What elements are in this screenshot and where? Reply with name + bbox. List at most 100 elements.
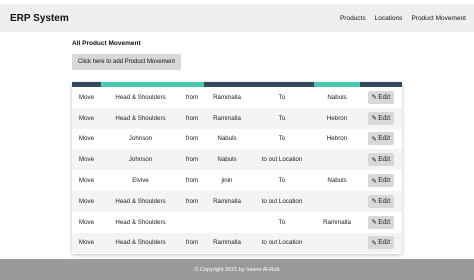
cell-to-location: Rammalla xyxy=(323,218,351,226)
edit-label: Edit xyxy=(377,218,391,226)
edit-label: Edit xyxy=(377,239,391,247)
cell-from-location: jinin xyxy=(221,177,233,185)
cell-to-label: to out Location xyxy=(261,156,303,164)
edit-button[interactable]: ✎ Edit xyxy=(368,153,394,167)
edit-button[interactable]: ✎ Edit xyxy=(368,90,394,104)
cell-from-label: from xyxy=(185,135,199,143)
edit-label: Edit xyxy=(377,93,391,101)
edit-icon: ✎ xyxy=(371,238,377,247)
header-strip-segment xyxy=(72,82,101,87)
movement-table: Move Head & Shoulders from Rammalla To Nabuls… xyxy=(72,82,402,254)
cell-edit: ✎ Edit xyxy=(360,236,402,250)
cell-action: Move xyxy=(78,239,95,247)
edit-label: Edit xyxy=(377,177,391,185)
header-strip-segment xyxy=(314,82,360,87)
cell-action: Move xyxy=(78,177,95,185)
table-row: Move Elvive from jinin To Nabuls ✎ Edit xyxy=(72,170,402,191)
page-title: All Product Movement xyxy=(72,40,141,47)
edit-icon: ✎ xyxy=(371,134,377,143)
table-row: Move Head & Shoulders from Rammalla to out L… xyxy=(72,232,402,254)
edit-label: Edit xyxy=(377,156,391,164)
edit-icon: ✎ xyxy=(371,197,377,206)
nav-item-locations[interactable]: Locations xyxy=(375,15,403,22)
cell-action: Move xyxy=(78,135,95,143)
edit-button[interactable]: ✎ Edit xyxy=(368,174,394,188)
edit-label: Edit xyxy=(377,135,391,143)
cell-from-label: from xyxy=(185,156,199,164)
app-brand[interactable]: ERP System xyxy=(10,13,69,24)
cell-product: Head & Shoulders xyxy=(115,197,166,205)
cell-action: Move xyxy=(78,218,95,226)
edit-button[interactable]: ✎ Edit xyxy=(368,111,394,125)
cell-to-label: To xyxy=(278,177,286,185)
edit-label: Edit xyxy=(377,114,391,122)
cell-product: Elvive xyxy=(132,177,149,185)
nav-item-product-movement[interactable]: Product Movement xyxy=(411,15,466,22)
header-strip-segment xyxy=(204,82,250,87)
edit-button[interactable]: ✎ Edit xyxy=(368,132,394,146)
cell-action: Move xyxy=(78,114,95,122)
cell-from-location: Rammalla xyxy=(213,239,241,247)
cell-edit: ✎ Edit xyxy=(360,90,402,104)
cell-edit: ✎ Edit xyxy=(360,174,402,188)
add-product-movement-button[interactable]: Click here to add Product Movement xyxy=(72,54,181,70)
cell-from-label: from xyxy=(185,93,199,101)
cell-from-label: from xyxy=(185,197,199,205)
table-row: Move Head & Shoulders from Rammalla To Nabuls… xyxy=(72,87,402,108)
footer: © Copyright 2021 by hatem Al-Rub xyxy=(0,259,474,280)
cell-from-location: Nabuls xyxy=(217,135,237,143)
edit-button[interactable]: ✎ Edit xyxy=(368,194,394,208)
edit-icon: ✎ xyxy=(371,93,377,102)
cell-edit: ✎ Edit xyxy=(360,215,402,229)
cell-to-label: To xyxy=(278,218,286,226)
edit-button[interactable]: ✎ Edit xyxy=(368,236,394,250)
nav-item-products[interactable]: Products xyxy=(340,15,366,22)
cell-from-label: from xyxy=(185,114,199,122)
table-row: Move Johnson from Nabuls To Hebron ✎ Edit xyxy=(72,128,402,150)
cell-from-label: from xyxy=(185,177,199,185)
table-row: Move Head & Shoulders To Rammalla ✎ Edit xyxy=(72,211,402,233)
table-header-strip xyxy=(72,82,402,87)
cell-product: Head & Shoulders xyxy=(115,114,166,122)
cell-edit: ✎ Edit xyxy=(360,194,402,208)
edit-icon: ✎ xyxy=(371,114,377,123)
cell-edit: ✎ Edit xyxy=(360,132,402,146)
cell-to-label: to out Location xyxy=(261,197,303,205)
header-strip-segment xyxy=(250,82,314,87)
header-strip-segment xyxy=(360,82,402,87)
cell-to-location: Nabuls xyxy=(327,177,347,185)
cell-to-label: To xyxy=(278,114,286,122)
cell-from-location: Rammalla xyxy=(213,93,241,101)
header-strip-segment xyxy=(101,82,180,87)
cell-action: Move xyxy=(78,197,95,205)
edit-icon: ✎ xyxy=(371,218,377,227)
cell-from-location: Rammalla xyxy=(213,197,241,205)
table-row: Move Head & Shoulders from Rammalla To Hebron… xyxy=(72,107,402,129)
cell-edit: ✎ Edit xyxy=(360,153,402,167)
cell-from-location: Nabuls xyxy=(217,156,237,164)
cell-to-location: Nabuls xyxy=(327,93,347,101)
edit-icon: ✎ xyxy=(371,155,377,164)
cell-product: Head & Shoulders xyxy=(115,93,166,101)
cell-from-label: from xyxy=(185,239,199,247)
cell-to-label: To xyxy=(278,135,286,143)
nav-links: Products Locations Product Movement xyxy=(340,15,466,22)
cell-product: Johnson xyxy=(128,156,153,164)
cell-to-label: to out Location xyxy=(261,239,303,247)
table-row: Move Johnson from Nabuls to out Location ✎ Edi… xyxy=(72,149,402,171)
cell-action: Move xyxy=(78,156,95,164)
cell-to-location: Hebron xyxy=(326,114,348,122)
header-strip-segment xyxy=(180,82,204,87)
cell-product: Johnson xyxy=(128,135,153,143)
edit-button[interactable]: ✎ Edit xyxy=(368,215,394,229)
table-row: Move Head & Shoulders from Rammalla to out L… xyxy=(72,190,402,212)
top-navbar: ERP System Products Locations Product Mo… xyxy=(0,4,474,32)
cell-product: Head & Shoulders xyxy=(115,218,166,226)
table-body: Move Head & Shoulders from Rammalla To Nabuls… xyxy=(72,87,402,254)
cell-to-label: To xyxy=(278,93,286,101)
cell-action: Move xyxy=(78,93,95,101)
cell-edit: ✎ Edit xyxy=(360,111,402,125)
cell-to-location: Hebron xyxy=(326,135,348,143)
edit-label: Edit xyxy=(377,197,391,205)
cell-product: Head & Shoulders xyxy=(115,239,166,247)
